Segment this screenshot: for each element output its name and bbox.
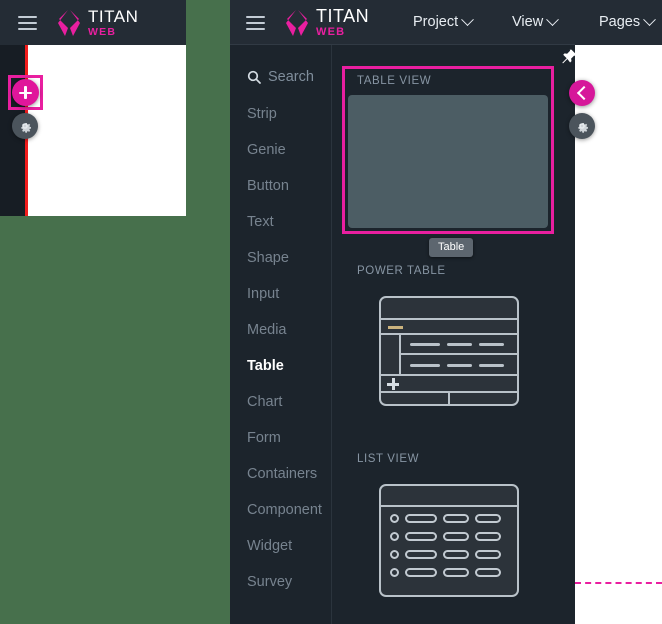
chevron-left-icon — [577, 86, 591, 100]
sidebar-item-shape[interactable]: Shape — [247, 250, 289, 266]
main-topbar: TITAN WEB Project View Pages — [230, 0, 662, 45]
sidebar-item-genie[interactable]: Genie — [247, 142, 286, 158]
hamburger-icon[interactable] — [18, 16, 37, 30]
hamburger-icon[interactable] — [246, 16, 265, 30]
background-window: TITAN WEB — [0, 0, 186, 216]
sidebar-item-form[interactable]: Form — [247, 430, 281, 446]
menu-project[interactable]: Project — [413, 14, 472, 30]
elements-nav-column: Search Strip Genie Button Text Shape Inp… — [230, 45, 332, 624]
power-table-dash-icon — [388, 326, 403, 329]
background-window-topbar: TITAN WEB — [0, 0, 186, 45]
brand-subtitle: WEB — [316, 26, 345, 38]
chevron-down-icon — [546, 13, 559, 26]
add-element-button[interactable] — [12, 79, 39, 106]
search-label: Search — [268, 69, 314, 85]
menu-pages[interactable]: Pages — [599, 14, 654, 30]
titan-logo-icon — [284, 8, 310, 38]
menu-view[interactable]: View — [512, 14, 557, 30]
settings-button[interactable] — [12, 113, 38, 139]
background-window-canvas[interactable] — [28, 45, 186, 216]
canvas-guide-line — [575, 582, 662, 584]
brand-name: TITAN — [316, 6, 369, 27]
sidebar-item-strip[interactable]: Strip — [247, 106, 277, 122]
section-title-power-table: POWER TABLE — [357, 265, 446, 277]
sidebar-item-chart[interactable]: Chart — [247, 394, 282, 410]
menu-project-label: Project — [413, 14, 458, 30]
menu-pages-label: Pages — [599, 14, 640, 30]
search-icon — [247, 70, 261, 84]
panel-settings-button[interactable] — [569, 113, 595, 139]
tooltip-table: Table — [429, 238, 473, 257]
gear-icon — [574, 118, 590, 134]
power-table-thumbnail[interactable] — [379, 296, 519, 406]
pin-icon[interactable] — [560, 48, 578, 66]
brand-name: TITAN — [88, 7, 138, 27]
titan-logo-icon — [56, 8, 82, 38]
sidebar-item-media[interactable]: Media — [247, 322, 287, 338]
app-root: TITAN WEB TITAN WEB Project — [0, 0, 662, 624]
collapse-panel-button[interactable] — [569, 80, 595, 106]
sidebar-item-table[interactable]: Table — [247, 358, 284, 374]
chevron-down-icon — [643, 13, 656, 26]
menu-view-label: View — [512, 14, 543, 30]
sidebar-item-widget[interactable]: Widget — [247, 538, 292, 554]
power-table-plus-icon — [387, 378, 399, 390]
sidebar-item-component[interactable]: Component — [247, 502, 322, 518]
sidebar-item-text[interactable]: Text — [247, 214, 274, 230]
gear-icon — [17, 118, 33, 134]
section-title-list-view: LIST VIEW — [357, 453, 419, 465]
sidebar-item-input[interactable]: Input — [247, 286, 279, 302]
brand-subtitle: WEB — [88, 26, 116, 38]
search-input[interactable]: Search — [247, 69, 314, 85]
list-view-thumbnail[interactable] — [379, 484, 519, 597]
sidebar-item-survey[interactable]: Survey — [247, 574, 292, 590]
table-view-thumbnail[interactable] — [348, 95, 548, 228]
sidebar-item-button[interactable]: Button — [247, 178, 289, 194]
chevron-down-icon — [461, 13, 474, 26]
sidebar-item-containers[interactable]: Containers — [247, 466, 317, 482]
